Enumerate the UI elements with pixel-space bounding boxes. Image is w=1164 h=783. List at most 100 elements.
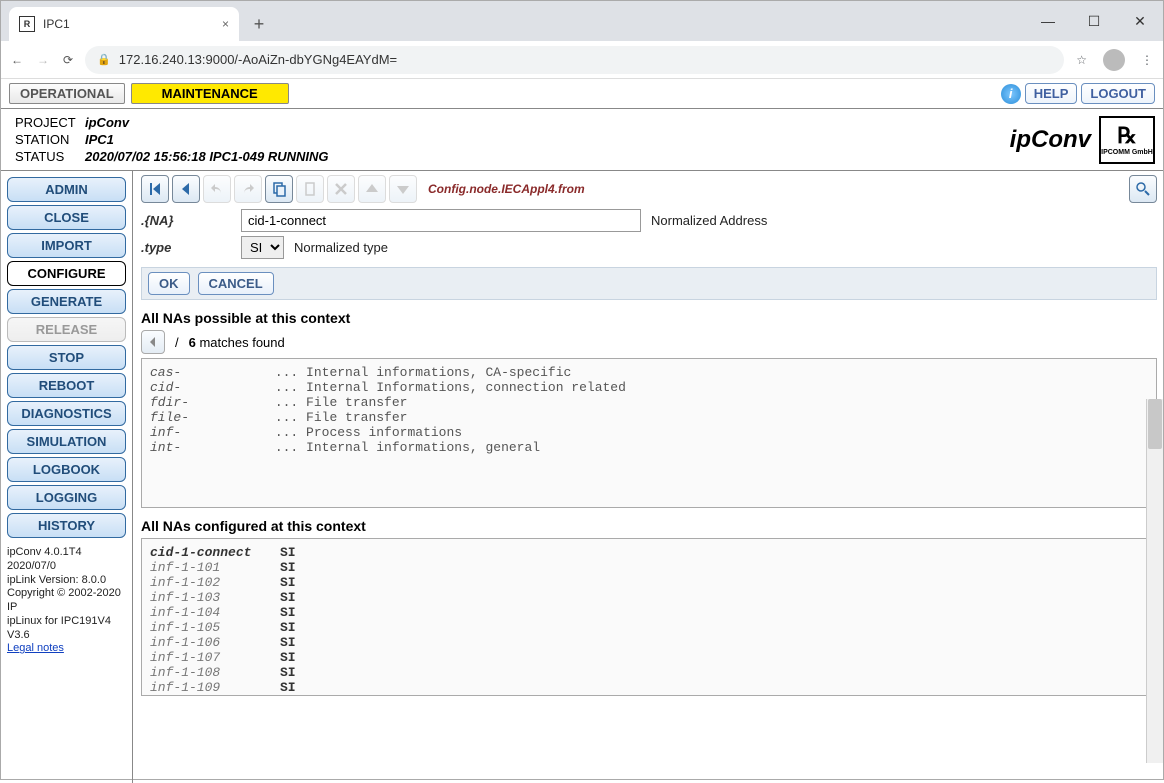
legal-notes-link[interactable]: Legal notes	[7, 642, 64, 654]
search-icon[interactable]	[1129, 175, 1157, 203]
browser-tab-strip: R IPC1 × + — ☐ ✕	[1, 1, 1163, 41]
back-icon[interactable]: ←	[11, 53, 23, 67]
brand-logo: ℞ IPCOMM GmbH	[1099, 116, 1155, 164]
logout-button[interactable]: LOGOUT	[1081, 83, 1155, 104]
toolbar: Config.node.IECAppl4.from	[141, 175, 1157, 203]
configured-title: All NAs configured at this context	[141, 518, 1157, 534]
maximize-button[interactable]: ☐	[1071, 1, 1117, 41]
scrollbar-thumb[interactable]	[1148, 399, 1162, 449]
ok-button[interactable]: OK	[148, 272, 190, 295]
status-label: STATUS	[15, 149, 85, 164]
configured-row[interactable]: inf-1-109SI	[150, 680, 1148, 695]
status-value: 2020/07/02 15:56:18 IPC1-049 RUNNING	[85, 149, 329, 164]
help-button[interactable]: HELP	[1025, 83, 1078, 104]
operational-pill[interactable]: OPERATIONAL	[9, 83, 125, 104]
sidebar-item-logging[interactable]: LOGGING	[7, 485, 126, 510]
type-select[interactable]: SI	[241, 236, 284, 259]
possible-results-box: cas- ... Internal informations, CA-speci…	[141, 358, 1157, 508]
star-icon[interactable]: ☆	[1076, 53, 1087, 67]
results-slash: /	[175, 335, 179, 350]
project-value: ipConv	[85, 115, 329, 130]
configured-results-box[interactable]: cid-1-connectSIinf-1-101SIinf-1-102SIinf…	[141, 538, 1157, 696]
possible-row[interactable]: cas- ... Internal informations, CA-speci…	[150, 365, 1148, 380]
station-label: STATION	[15, 132, 85, 147]
new-tab-button[interactable]: +	[245, 10, 273, 38]
prev-results-icon[interactable]	[141, 330, 165, 354]
info-icon[interactable]: i	[1001, 84, 1021, 104]
close-window-button[interactable]: ✕	[1117, 1, 1163, 41]
copy-icon[interactable]	[265, 175, 293, 203]
tab-favicon: R	[19, 16, 35, 32]
configured-row[interactable]: inf-1-107SI	[150, 650, 1148, 665]
na-label: .{NA}	[141, 213, 231, 228]
main-panel: Config.node.IECAppl4.from .{NA} Normaliz…	[133, 171, 1163, 783]
configured-row[interactable]: inf-1-101SI	[150, 560, 1148, 575]
url-text: 172.16.240.13:9000/-AoAiZn-dbYGNg4EAYdM=	[119, 52, 397, 67]
close-tab-icon[interactable]: ×	[222, 17, 229, 31]
undo-icon[interactable]	[203, 175, 231, 203]
sidebar-item-simulation[interactable]: SIMULATION	[7, 429, 126, 454]
possible-title: All NAs possible at this context	[141, 310, 1157, 326]
configured-row[interactable]: inf-1-108SI	[150, 665, 1148, 680]
cancel-button[interactable]: CANCEL	[198, 272, 274, 295]
sidebar-item-reboot[interactable]: REBOOT	[7, 373, 126, 398]
action-row: OK CANCEL	[141, 267, 1157, 300]
sidebar-item-configure[interactable]: CONFIGURE	[7, 261, 126, 286]
possible-row[interactable]: file- ... File transfer	[150, 410, 1148, 425]
match-count: 6	[189, 335, 196, 350]
sidebar-item-close[interactable]: CLOSE	[7, 205, 126, 230]
menu-icon[interactable]: ⋮	[1141, 53, 1153, 67]
na-input[interactable]	[241, 209, 641, 232]
configured-row[interactable]: inf-1-103SI	[150, 590, 1148, 605]
sidebar-item-import[interactable]: IMPORT	[7, 233, 126, 258]
match-text: matches found	[196, 335, 285, 350]
possible-row[interactable]: fdir- ... File transfer	[150, 395, 1148, 410]
possible-row[interactable]: cid- ... Internal Informations, connecti…	[150, 380, 1148, 395]
browser-tab[interactable]: R IPC1 ×	[9, 7, 239, 41]
na-desc: Normalized Address	[651, 213, 767, 228]
sidebar-item-stop[interactable]: STOP	[7, 345, 126, 370]
type-label: .type	[141, 240, 231, 255]
sidebar: ADMIN CLOSE IMPORT CONFIGURE GENERATE RELEASE…	[1, 171, 133, 783]
type-desc: Normalized type	[294, 240, 388, 255]
profile-icon[interactable]	[1103, 49, 1125, 71]
sidebar-item-generate[interactable]: GENERATE	[7, 289, 126, 314]
sidebar-item-history[interactable]: HISTORY	[7, 513, 126, 538]
mode-bar: OPERATIONAL MAINTENANCE i HELP LOGOUT	[1, 79, 1163, 109]
delete-icon[interactable]	[327, 175, 355, 203]
window-controls: — ☐ ✕	[1025, 1, 1163, 41]
configured-row[interactable]: inf-1-106SI	[150, 635, 1148, 650]
sidebar-item-diagnostics[interactable]: DIAGNOSTICS	[7, 401, 126, 426]
redo-icon[interactable]	[234, 175, 262, 203]
possible-row[interactable]: int- ... Internal informations, general	[150, 440, 1148, 455]
scrollbar[interactable]	[1146, 399, 1163, 763]
sidebar-item-admin[interactable]: ADMIN	[7, 177, 126, 202]
possible-row[interactable]: inf- ... Process informations	[150, 425, 1148, 440]
configured-row[interactable]: inf-1-104SI	[150, 605, 1148, 620]
maintenance-pill[interactable]: MAINTENANCE	[131, 83, 289, 104]
configured-row[interactable]: inf-1-102SI	[150, 575, 1148, 590]
station-value: IPC1	[85, 132, 329, 147]
forward-icon[interactable]: →	[37, 53, 49, 67]
config-path: Config.node.IECAppl4.from	[428, 182, 585, 196]
nav-first-icon[interactable]	[141, 175, 169, 203]
configured-row[interactable]: cid-1-connectSI	[150, 545, 1148, 560]
project-label: PROJECT	[15, 115, 85, 130]
url-field[interactable]: 🔒 172.16.240.13:9000/-AoAiZn-dbYGNg4EAYd…	[85, 46, 1064, 74]
sidebar-item-logbook[interactable]: LOGBOOK	[7, 457, 126, 482]
brand: ipConv ℞ IPCOMM GmbH	[1010, 115, 1155, 164]
browser-address-bar: ← → ⟳ 🔒 172.16.240.13:9000/-AoAiZn-dbYGN…	[1, 41, 1163, 79]
configured-row[interactable]: inf-1-105SI	[150, 620, 1148, 635]
brand-text: ipConv	[1010, 126, 1091, 154]
sidebar-item-release[interactable]: RELEASE	[7, 317, 126, 342]
header-bar: PROJECT ipConv STATION IPC1 STATUS 2020/…	[1, 109, 1163, 171]
minimize-button[interactable]: —	[1025, 1, 1071, 41]
lock-icon: 🔒	[97, 53, 111, 66]
nav-prev-icon[interactable]	[172, 175, 200, 203]
reload-icon[interactable]: ⟳	[63, 53, 73, 67]
version-block: ipConv 4.0.1T4 2020/07/0 ipLink Version:…	[7, 546, 126, 656]
down-icon[interactable]	[389, 175, 417, 203]
tab-title: IPC1	[43, 17, 70, 31]
up-icon[interactable]	[358, 175, 386, 203]
paste-icon[interactable]	[296, 175, 324, 203]
